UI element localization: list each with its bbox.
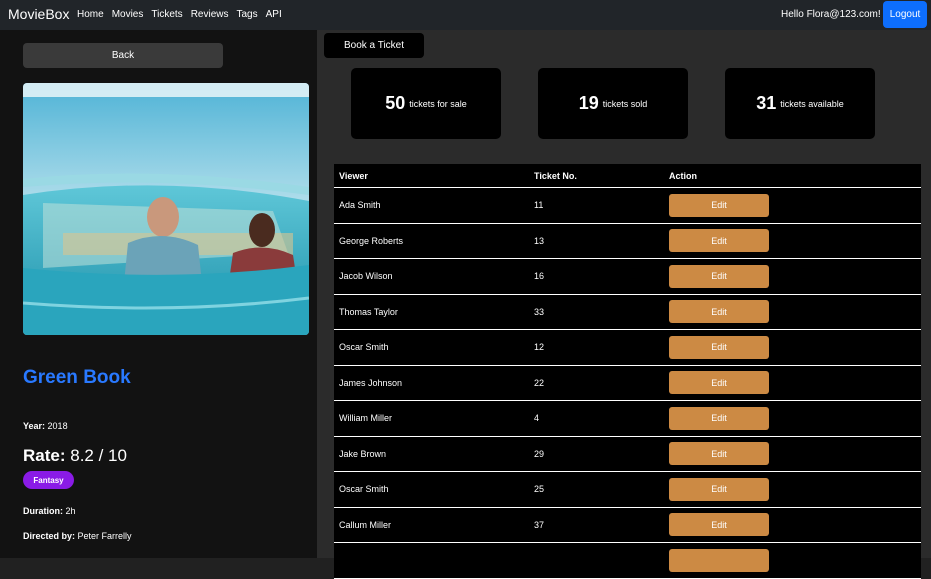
ticket-cell: 37 <box>534 519 545 530</box>
genre-badge: Fantasy <box>23 471 74 489</box>
table-row: George Roberts 13 Edit <box>334 224 921 259</box>
movie-poster <box>23 83 309 335</box>
rate-label: Rate: <box>23 446 66 465</box>
table-row: James Johnson 22 Edit <box>334 366 921 401</box>
nav-movies[interactable]: Movies <box>112 9 144 20</box>
viewer-cell: George Roberts <box>339 235 404 246</box>
table-row: Callum Miller 37 Edit <box>334 508 921 543</box>
edit-button[interactable]: Edit <box>669 264 769 288</box>
stat-label: tickets available <box>780 98 844 109</box>
nav-tags[interactable]: Tags <box>236 9 257 20</box>
edit-button-partial[interactable] <box>669 548 769 572</box>
ticket-cell: 25 <box>534 484 545 495</box>
nav-links: Home Movies Tickets Reviews Tags API <box>77 9 290 20</box>
logout-button[interactable]: Logout <box>883 1 927 28</box>
edit-button[interactable]: Edit <box>669 335 769 359</box>
duration-label: Duration: <box>23 506 63 516</box>
viewer-cell: William Miller <box>339 413 392 424</box>
stat-number: 19 <box>578 93 599 113</box>
edit-button[interactable]: Edit <box>669 229 769 253</box>
table-row: Oscar Smith 12 Edit <box>334 330 921 366</box>
edit-button[interactable]: Edit <box>669 477 769 501</box>
edit-button[interactable]: Edit <box>669 513 769 537</box>
viewer-cell: Oscar Smith <box>339 342 389 353</box>
ticket-cell: 13 <box>534 235 545 246</box>
ticket-cell: 11 <box>534 200 544 211</box>
col-ticket: Ticket No. <box>534 170 577 181</box>
edit-button[interactable]: Edit <box>669 300 769 324</box>
director-row: Directed by: Peter Farrelly <box>23 531 132 541</box>
book-ticket-button[interactable]: Book a Ticket <box>324 33 424 58</box>
table-row-partial <box>334 543 921 579</box>
back-button[interactable]: Back <box>23 43 223 68</box>
edit-button[interactable]: Edit <box>669 406 769 430</box>
movie-title: Green Book <box>23 367 131 388</box>
ticket-cell: 22 <box>534 377 545 388</box>
viewer-cell: Thomas Taylor <box>339 306 398 317</box>
edit-button[interactable]: Edit <box>669 193 769 217</box>
col-viewer: Viewer <box>339 170 368 181</box>
table-row: Oscar Smith 25 Edit <box>334 472 921 508</box>
year-row: Year: 2018 <box>23 421 68 431</box>
nav-tickets[interactable]: Tickets <box>151 9 182 20</box>
poster-image <box>23 83 309 335</box>
nav-home[interactable]: Home <box>77 9 104 20</box>
duration-value: 2h <box>65 506 76 516</box>
year-value: 2018 <box>47 421 68 431</box>
ticket-cell: 4 <box>534 413 540 424</box>
movie-sidebar: Back Green Book Year: 2018 Rate: 8.2 / 1… <box>0 30 317 558</box>
duration-row: Duration: 2h <box>23 506 76 516</box>
table-row: Jacob Wilson 16 Edit <box>334 259 921 295</box>
table-row: William Miller 4 Edit <box>334 401 921 437</box>
table-row: Thomas Taylor 33 Edit <box>334 295 921 330</box>
rate-row: Rate: 8.2 / 10 <box>23 446 127 466</box>
ticket-cell: 12 <box>534 342 545 353</box>
viewer-cell: Ada Smith <box>339 200 381 211</box>
viewer-cell: Oscar Smith <box>339 484 389 495</box>
ticket-cell: 16 <box>534 271 545 282</box>
director-value: Peter Farrelly <box>77 531 132 541</box>
nav-reviews[interactable]: Reviews <box>191 9 229 20</box>
stat-available: 31 tickets available <box>725 68 875 139</box>
tickets-table: Viewer Ticket No. Action Ada Smith 11 Ed… <box>334 164 921 579</box>
stat-number: 31 <box>756 93 777 113</box>
rate-value: 8.2 / 10 <box>70 446 127 465</box>
table-row: Ada Smith 11 Edit <box>334 188 921 224</box>
edit-button[interactable]: Edit <box>669 442 769 466</box>
brand-logo[interactable]: MovieBox <box>8 6 69 22</box>
navbar: MovieBox Home Movies Tickets Reviews Tag… <box>0 0 931 30</box>
viewer-cell: Jacob Wilson <box>339 271 393 282</box>
stat-for-sale: 50 tickets for sale <box>351 68 501 139</box>
ticket-cell: 29 <box>534 448 545 459</box>
edit-button[interactable]: Edit <box>669 371 769 395</box>
table-header: Viewer Ticket No. Action <box>334 164 921 188</box>
viewer-cell: James Johnson <box>339 377 403 388</box>
table-row: Jake Brown 29 Edit <box>334 437 921 472</box>
stat-number: 50 <box>385 93 406 113</box>
col-action: Action <box>669 170 697 181</box>
viewer-cell: Jake Brown <box>339 448 387 459</box>
year-label: Year: <box>23 421 46 431</box>
stat-label: tickets for sale <box>409 98 467 109</box>
stat-sold: 19 tickets sold <box>538 68 688 139</box>
ticket-cell: 33 <box>534 306 545 317</box>
stat-label: tickets sold <box>602 98 648 109</box>
ticket-panel: Book a Ticket 50 tickets for sale 19 tic… <box>317 30 931 579</box>
nav-api[interactable]: API <box>266 9 282 20</box>
viewer-cell: Callum Miller <box>339 519 392 530</box>
user-greeting: Hello Flora@123.com! <box>781 9 881 20</box>
director-label: Directed by: <box>23 531 76 541</box>
